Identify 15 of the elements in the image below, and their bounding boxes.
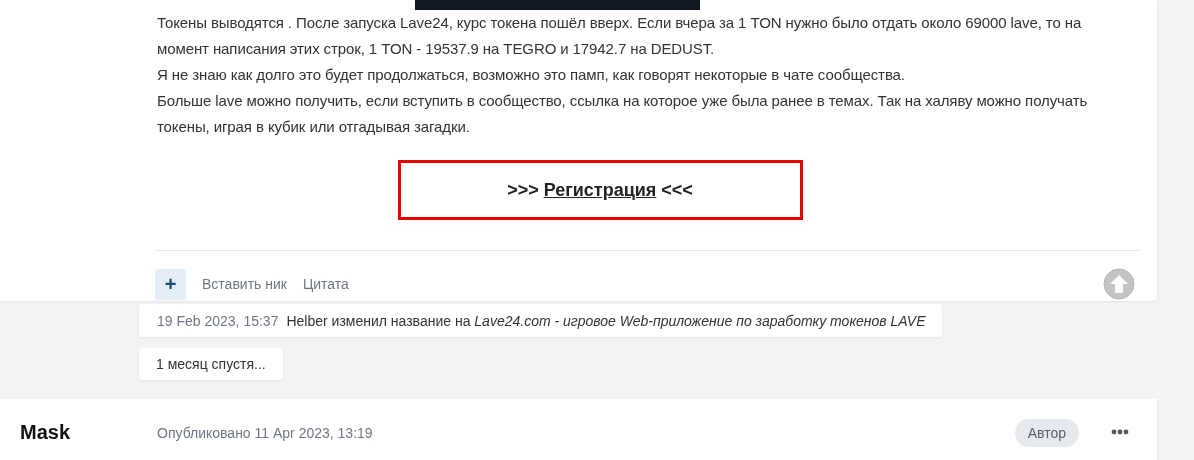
author-name[interactable]: Mask (20, 421, 157, 444)
more-options-icon[interactable] (1111, 429, 1129, 435)
time-gap-label: 1 месяц спустя... (139, 348, 283, 380)
registration-link[interactable]: Регистрация (543, 179, 657, 200)
action-link[interactable]: Цитата (302, 276, 349, 292)
action-link[interactable]: Вставить ник (202, 276, 287, 292)
registration-text: >>> Регистрация <<< (507, 179, 693, 201)
post-paragraph: Больше lave можно получить, если вступить в сообщество, ссылка на которое уже была ранее в темах. Так на халяву можно получать токены, играя в кубик или отгадывая загадки. (156, 91, 1089, 137)
post-date: Опубликовано 11 Apr 2023, 13:19 (157, 425, 373, 441)
post-paragraph: Токены выводятся . После запуска Lave24, курс токена пошёл вверх. Если вчера за 1 TON нужно было отдать около 69000 lave, то на момент написания этих строк, 1 TON - 19537.9 на TEGRO и 17942.7 на DEDUST. (156, 13, 1083, 59)
post-paragraph: Я не знаю как долго это будет продолжаться, возможно это памп, как говорят некоторые в чате сообщества. (156, 65, 906, 85)
event-time: 19 Feb 2023, 15:37 (157, 312, 279, 329)
author-badge: Автор (1014, 419, 1079, 447)
add-button[interactable]: + (155, 268, 186, 300)
event-text: Helber изменил название на Lave24.com - игровое Web-приложение по заработку токенов LAVE (286, 312, 926, 329)
